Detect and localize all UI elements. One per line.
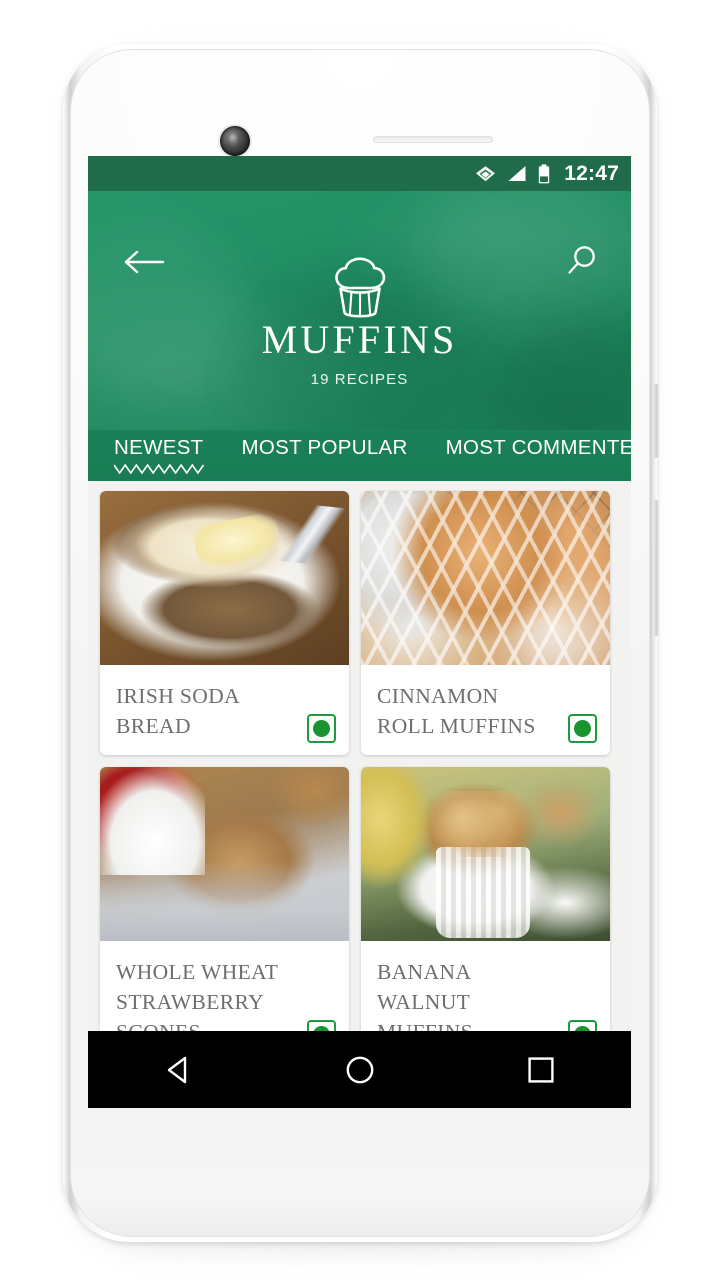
recipe-card-body: CINNAMON ROLL MUFFINS xyxy=(361,665,610,755)
power-button[interactable] xyxy=(654,384,659,458)
battery-icon xyxy=(539,163,550,183)
tab-label: NEWEST xyxy=(114,436,204,459)
recipe-card[interactable]: WHOLE WHEAT STRAWBERRY SCONES xyxy=(100,767,349,1061)
tab-newest[interactable]: NEWEST xyxy=(114,430,204,460)
phone-screen: 12:47 MUFFINS 19 RECIPES NEWEST MOST POP… xyxy=(88,156,631,1108)
recipe-card[interactable]: IRISH SODA BREAD xyxy=(100,491,349,755)
recipe-card[interactable]: BANANA WALNUT MUFFINS xyxy=(361,767,610,1061)
tab-most-commented[interactable]: MOST COMMENTED xyxy=(446,430,631,460)
page-header: MUFFINS 19 RECIPES xyxy=(88,191,631,430)
recipe-card[interactable]: CINNAMON ROLL MUFFINS xyxy=(361,491,610,755)
recipe-photo xyxy=(100,767,349,941)
nav-back-button[interactable] xyxy=(144,1035,214,1105)
tab-label: MOST POPULAR xyxy=(241,436,408,459)
front-camera-icon xyxy=(220,126,250,156)
tab-most-popular[interactable]: MOST POPULAR xyxy=(242,430,408,460)
earpiece-speaker xyxy=(373,136,493,143)
recipe-photo xyxy=(361,767,610,941)
status-bar: 12:47 xyxy=(88,156,631,191)
recipe-list[interactable]: IRISH SODA BREAD CINNAMON ROLL MUFFINS W… xyxy=(88,481,631,1108)
header-logo xyxy=(88,255,631,319)
page-title: MUFFINS xyxy=(261,317,458,362)
recipe-count: 19 RECIPES xyxy=(310,371,409,388)
tab-bar: NEWEST MOST POPULAR MOST COMMENTED xyxy=(88,430,631,481)
active-tab-zigzag-indicator xyxy=(114,462,204,476)
recipe-title: CINNAMON ROLL MUFFINS xyxy=(377,684,536,738)
nav-recents-button[interactable] xyxy=(506,1035,576,1105)
status-bar-clock: 12:47 xyxy=(564,161,619,185)
volume-button[interactable] xyxy=(654,500,659,636)
recipe-grid: IRISH SODA BREAD CINNAMON ROLL MUFFINS W… xyxy=(100,491,619,1107)
status-bar-icons xyxy=(475,163,550,184)
tab-label: MOST COMMENTED xyxy=(445,436,631,459)
nav-home-button[interactable] xyxy=(325,1035,395,1105)
recipe-photo xyxy=(100,491,349,665)
cellular-signal-icon xyxy=(508,166,526,181)
muffin-icon xyxy=(334,257,385,318)
wifi-icon xyxy=(476,166,496,182)
home-circle-icon xyxy=(346,1056,373,1083)
recipe-photo xyxy=(361,491,610,665)
vegetarian-badge-icon xyxy=(307,714,336,743)
back-triangle-icon xyxy=(167,1056,186,1083)
recents-square-icon xyxy=(527,1056,554,1083)
vegetarian-badge-icon xyxy=(568,714,597,743)
recipe-card-body: IRISH SODA BREAD xyxy=(100,665,349,755)
recipe-title: IRISH SODA BREAD xyxy=(116,684,239,738)
android-navigation-bar xyxy=(88,1031,631,1108)
screenshot-stage: 12:47 MUFFINS 19 RECIPES NEWEST MOST POP… xyxy=(0,0,720,1280)
